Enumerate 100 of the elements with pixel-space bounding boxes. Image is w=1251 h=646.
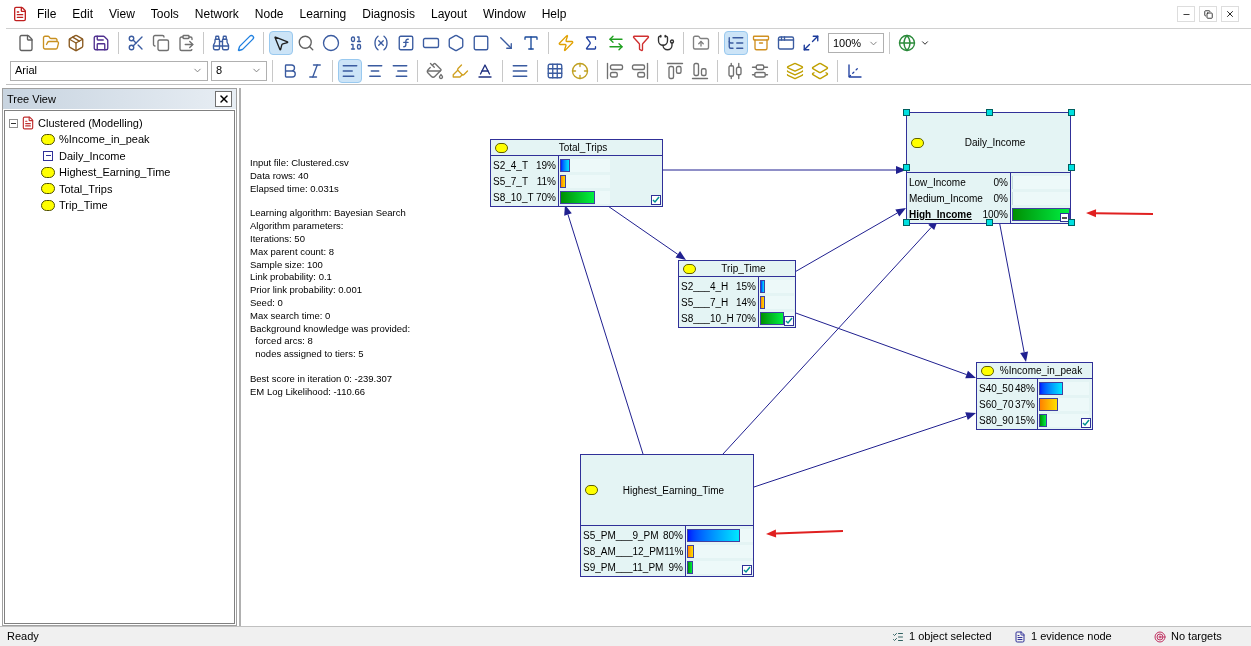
align-end-icon — [691, 61, 709, 80]
text-icon — [522, 34, 540, 52]
chance-node-icon — [683, 263, 696, 274]
lightning-icon — [557, 34, 575, 52]
state-label: Medium_Income — [909, 191, 984, 206]
pen-icon — [237, 34, 255, 52]
pointer-icon — [272, 34, 290, 52]
distribute-vertical-icon — [751, 61, 769, 80]
state-label: S8_AM___12_PM — [583, 544, 665, 559]
tree-item[interactable]: Highest_Earning_Time — [59, 164, 171, 181]
network-node[interactable]: Trip_Time S2___4_H 15% S5___7_H 14% S8___10_H 70% — [678, 260, 796, 328]
selection-handle[interactable] — [903, 219, 910, 226]
log-line: Sample size: 100 — [250, 258, 324, 272]
selection-handle[interactable] — [1068, 109, 1075, 116]
evidence-node-icon — [41, 150, 55, 162]
tree-item[interactable]: Total_Trips — [59, 180, 113, 197]
selection-handle[interactable] — [903, 164, 910, 171]
collapse-toggle[interactable] — [9, 118, 18, 128]
state-probability: 100% — [982, 207, 1008, 222]
log-line: Input file: Clustered.csv — [250, 157, 350, 170]
window-settings-icon — [777, 34, 795, 52]
minimize-button[interactable] — [1177, 6, 1195, 22]
menu-item[interactable]: Tools — [143, 5, 186, 23]
tree-view-icon — [727, 34, 745, 52]
menu-item[interactable]: Node — [247, 5, 291, 23]
close-button[interactable] — [1221, 6, 1239, 22]
menu-item[interactable]: Edit — [65, 5, 101, 23]
pointer-button[interactable] — [269, 31, 293, 55]
menu-item[interactable]: File — [30, 5, 64, 23]
state-probability: 11% — [536, 174, 556, 189]
node-title: Daily_Income — [963, 136, 1027, 150]
checkmark-icon — [1081, 418, 1091, 428]
zoom-dropdown[interactable]: 100% — [828, 33, 884, 53]
state-label: S5___7_H — [681, 295, 730, 310]
state-label: S8_10_T — [493, 190, 535, 205]
chance-node-icon — [41, 133, 55, 145]
state-probability: 9% — [668, 560, 683, 575]
selection-handle[interactable] — [985, 109, 993, 116]
evidence-icon — [1060, 213, 1069, 222]
node-title: Highest_Earning_Time — [621, 483, 726, 498]
network-icon — [21, 116, 35, 130]
selection-handle[interactable] — [1068, 164, 1075, 171]
restore-button[interactable] — [1199, 6, 1217, 22]
state-label: S60_70 — [979, 397, 1015, 412]
menu-item[interactable]: Window — [476, 5, 533, 23]
chance-node-icon — [41, 199, 55, 211]
font-size-dropdown[interactable]: 8 — [211, 60, 267, 81]
font-family-dropdown[interactable]: Arial — [10, 60, 208, 81]
caret-icon[interactable] — [920, 38, 930, 48]
state-label: S2_4_T — [493, 158, 530, 173]
align-left-button[interactable] — [338, 58, 362, 83]
tree-item[interactable]: %Income_in_peak — [59, 131, 150, 148]
highlighter-icon — [451, 61, 469, 80]
menu-item[interactable]: Network — [187, 5, 246, 23]
state-probability: 15% — [1015, 413, 1035, 428]
status-evidence: 1 evidence node — [1031, 629, 1112, 645]
save-icon — [92, 34, 110, 52]
status-targets: No targets — [1171, 629, 1222, 645]
log-line: Best score in iteration 0: -239.307 — [250, 372, 394, 386]
tree-view-button[interactable] — [724, 31, 748, 55]
log-line: EM Log Likelihood: -110.66 — [250, 385, 366, 399]
status-message: Ready — [7, 629, 40, 645]
menu-item[interactable]: Diagnosis — [355, 5, 422, 23]
align-bottom-icon — [631, 61, 649, 80]
state-probability: 80% — [663, 528, 683, 543]
crosshair-icon — [571, 61, 589, 80]
log-line: forced arcs: 8 — [254, 335, 314, 349]
state-label: S80_90 — [979, 413, 1015, 428]
new-file-icon — [17, 34, 35, 52]
folder-icon — [42, 34, 60, 52]
selection-handle[interactable] — [1068, 219, 1075, 226]
network-node[interactable]: Highest_Earning_Time S5_PM___9_PM 80% S8_AM___12_PM11% S9_PM___11_PM 9% — [580, 454, 754, 577]
selection-icon — [892, 630, 904, 643]
checkmark-icon — [742, 565, 752, 575]
tree-item[interactable]: Clustered (Modelling) — [38, 114, 143, 132]
menu-item[interactable]: View — [102, 5, 142, 23]
target-icon — [1154, 630, 1166, 643]
swap-arrows-icon — [607, 34, 625, 52]
state-probability: 37% — [1015, 397, 1035, 412]
close-panel-button[interactable] — [215, 91, 232, 107]
align-top-icon — [606, 61, 624, 80]
paste-icon — [177, 34, 195, 52]
funnel-icon — [632, 34, 650, 52]
globe-icon — [898, 34, 916, 52]
menu-item[interactable]: Layout — [423, 5, 474, 23]
chance-node-icon — [981, 365, 994, 376]
selection-handle[interactable] — [903, 109, 910, 116]
network-node[interactable]: Total_Trips S2_4_T 19% S5_7_T 11% S8_10_T 70% — [490, 139, 663, 207]
copy-icon — [152, 34, 170, 52]
app-icon — [12, 6, 28, 22]
state-label: S9_PM___11_PM — [583, 560, 665, 575]
annotation-arrow — [1086, 209, 1154, 218]
tree-item[interactable]: Daily_Income — [59, 147, 126, 164]
close-icon — [1225, 9, 1235, 19]
menu-item[interactable]: Learning — [292, 5, 354, 23]
tree-item[interactable]: Trip_Time — [59, 197, 108, 214]
selection-handle[interactable] — [985, 219, 993, 226]
menu-item[interactable]: Help — [534, 5, 574, 23]
network-node[interactable]: %Income_in_peak S40_5048% S60_7037% S80_9015% — [976, 362, 1093, 430]
rounded-square-icon — [472, 34, 490, 52]
